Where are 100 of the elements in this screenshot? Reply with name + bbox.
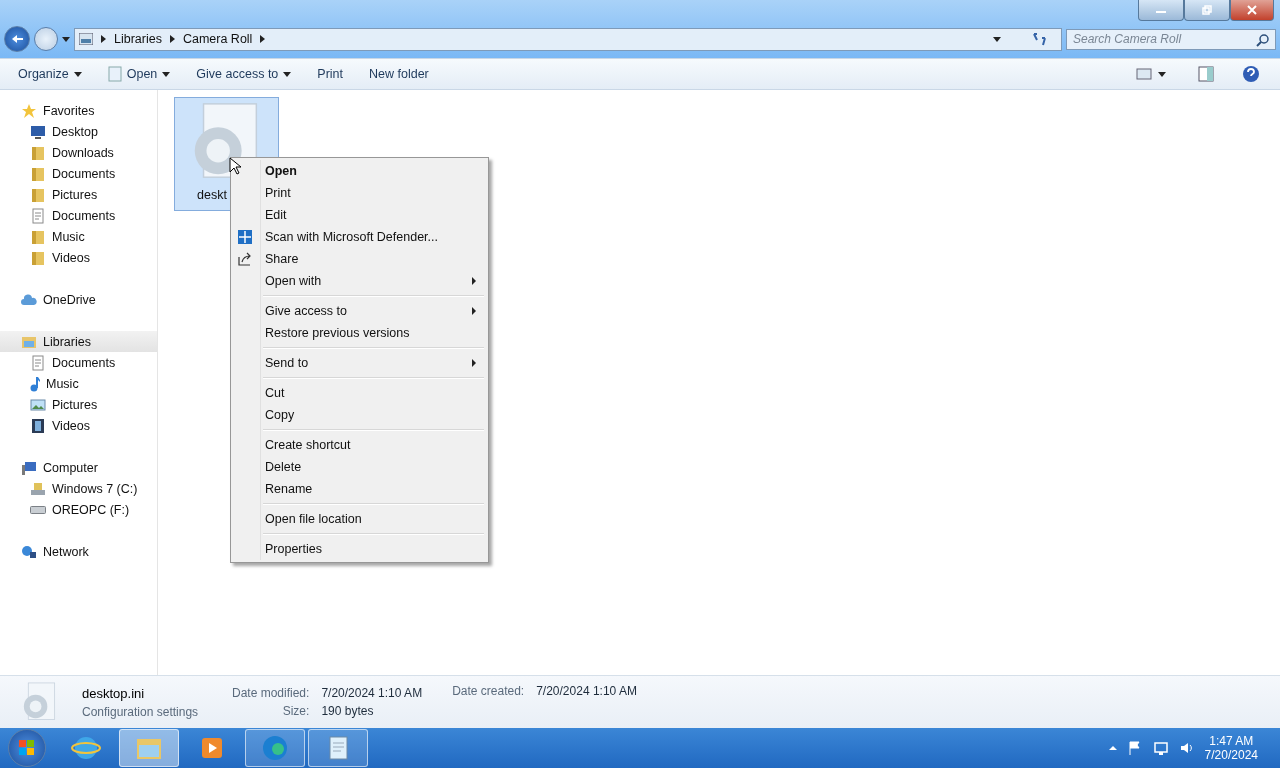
restore-icon [1202, 5, 1212, 15]
detail-label: Date modified: [232, 686, 310, 700]
chevron-icon [260, 35, 266, 43]
taskbar-button[interactable] [119, 729, 179, 767]
detail-label: Date created: [452, 684, 525, 698]
cloud-icon [21, 291, 37, 308]
detail-value: 7/20/2024 1:10 AM [536, 684, 637, 698]
toolbar-button[interactable]: Open [97, 63, 181, 85]
caret-icon [1158, 71, 1166, 77]
detail-label: Size: [281, 704, 310, 718]
nav-item[interactable]: Favorites [0, 100, 157, 121]
breadcrumb[interactable]: Libraries [114, 32, 162, 46]
start-button[interactable] [8, 729, 46, 767]
menu-item[interactable]: Create shortcut [233, 434, 486, 456]
nav-item[interactable]: Downloads [0, 142, 157, 163]
network-icon [1152, 740, 1169, 756]
picture-icon [30, 396, 46, 413]
close-icon [1247, 5, 1257, 15]
menu-item[interactable]: Properties [233, 538, 486, 560]
folder-icon [30, 165, 46, 182]
menu-item[interactable]: Give access to [233, 300, 486, 322]
mouse-pointer-icon [229, 157, 241, 175]
chevron-icon [101, 35, 106, 43]
nav-item[interactable]: Documents [0, 352, 157, 373]
toolbar-button[interactable]: Organize [8, 64, 92, 84]
toolbar-button[interactable]: Print [307, 64, 353, 84]
clock-date[interactable]: 7/20/2024 [1204, 748, 1258, 762]
minimize-button[interactable] [1138, 0, 1184, 21]
address-bar[interactable]: Libraries Camera Roll [74, 27, 1062, 51]
nav-item[interactable]: Music [0, 226, 157, 247]
view-icon [1136, 67, 1152, 81]
nav-item[interactable]: Documents [0, 163, 157, 184]
show-hidden-icons-icon [1108, 745, 1117, 751]
search-icon [1256, 32, 1270, 47]
taskbar-button[interactable] [308, 729, 368, 767]
nav-item[interactable]: OREOPC (F:) [0, 499, 157, 520]
shield-icon [237, 229, 253, 245]
nav-item[interactable]: Libraries [0, 331, 157, 352]
menu-item[interactable]: Rename [233, 478, 486, 500]
menu-item[interactable]: Restore previous versions [233, 322, 486, 344]
nav-item[interactable]: Videos [0, 247, 157, 268]
nav-item[interactable]: Computer [0, 457, 157, 478]
menu-item[interactable]: Scan with Microsoft Defender... [233, 226, 486, 248]
nav-item[interactable]: Videos [0, 415, 157, 436]
caret-icon [62, 36, 70, 42]
menu-item[interactable]: Cut [233, 382, 486, 404]
folder-icon [30, 144, 46, 161]
toolbar-button[interactable]: New folder [359, 64, 439, 84]
folder-icon [30, 228, 46, 245]
menu-item[interactable]: Copy [233, 404, 486, 426]
chevron-icon [169, 35, 175, 43]
notepad-icon [107, 66, 122, 82]
detail-value: 7/20/2024 1:10 AM [321, 686, 423, 700]
menu-item[interactable]: Send to [233, 352, 486, 374]
nav-item[interactable]: Pictures [0, 394, 157, 415]
folder-icon [30, 186, 46, 203]
browser-icon [260, 733, 290, 763]
menu-item[interactable]: Delete [233, 456, 486, 478]
nav-item[interactable]: OneDrive [0, 289, 157, 310]
breadcrumb[interactable]: Camera Roll [182, 32, 253, 46]
refresh-icon [1031, 31, 1049, 47]
nav-item[interactable]: Windows 7 (C:) [0, 478, 157, 499]
caret-icon [993, 36, 1001, 42]
drive-icon [30, 480, 46, 497]
nav-item[interactable]: Pictures [0, 184, 157, 205]
file-type: Configuration settings [82, 704, 200, 719]
restore-button[interactable] [1184, 0, 1230, 21]
preview-pane-icon [1198, 66, 1214, 82]
close-button[interactable] [1230, 0, 1274, 21]
forward-button[interactable] [34, 27, 58, 51]
speaker-icon [1178, 740, 1195, 756]
music-note-icon [30, 375, 40, 392]
menu-item[interactable]: Open file location [233, 508, 486, 530]
help-icon [1242, 65, 1260, 83]
back-arrow-icon [11, 34, 23, 44]
nav-item[interactable]: Network [0, 541, 157, 562]
document-icon [30, 207, 46, 224]
nav-item[interactable]: Documents [0, 205, 157, 226]
monitor-icon [30, 123, 46, 140]
nav-item[interactable]: Music [0, 373, 157, 394]
detail-value: 190 bytes [321, 704, 375, 718]
back-button[interactable] [4, 26, 30, 52]
toolbar-button[interactable]: Give access to [186, 64, 302, 84]
menu-item[interactable]: Share [233, 248, 486, 270]
drive-icon [30, 505, 46, 514]
flag-icon [1126, 740, 1143, 756]
folder-icon [30, 249, 46, 266]
windows-logo-icon [19, 740, 35, 756]
taskbar-button[interactable] [245, 729, 305, 767]
film-icon [30, 417, 46, 434]
nav-item[interactable]: Desktop [0, 121, 157, 142]
menu-item[interactable]: Open with [233, 270, 486, 292]
picture-icon [79, 33, 93, 45]
file-name: desktop.ini [82, 685, 146, 701]
document-icon [30, 354, 46, 371]
search-field[interactable]: Search Camera Roll [1066, 28, 1276, 50]
star-icon [21, 102, 37, 119]
computer-icon [21, 459, 37, 476]
clock-time[interactable]: 1:47 AM [1209, 734, 1254, 748]
share-icon [237, 251, 253, 267]
